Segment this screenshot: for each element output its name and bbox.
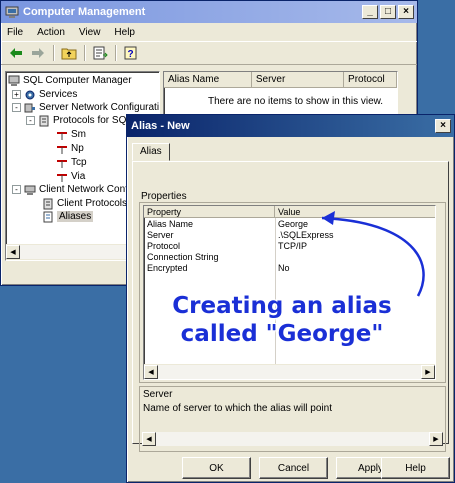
annotation-arrow bbox=[321, 211, 425, 297]
annotation-line-1: Creating an alias bbox=[172, 293, 392, 319]
annotation-text: Creating an alias called "George" bbox=[172, 292, 392, 348]
annotation-line-2: called "George" bbox=[180, 321, 384, 347]
